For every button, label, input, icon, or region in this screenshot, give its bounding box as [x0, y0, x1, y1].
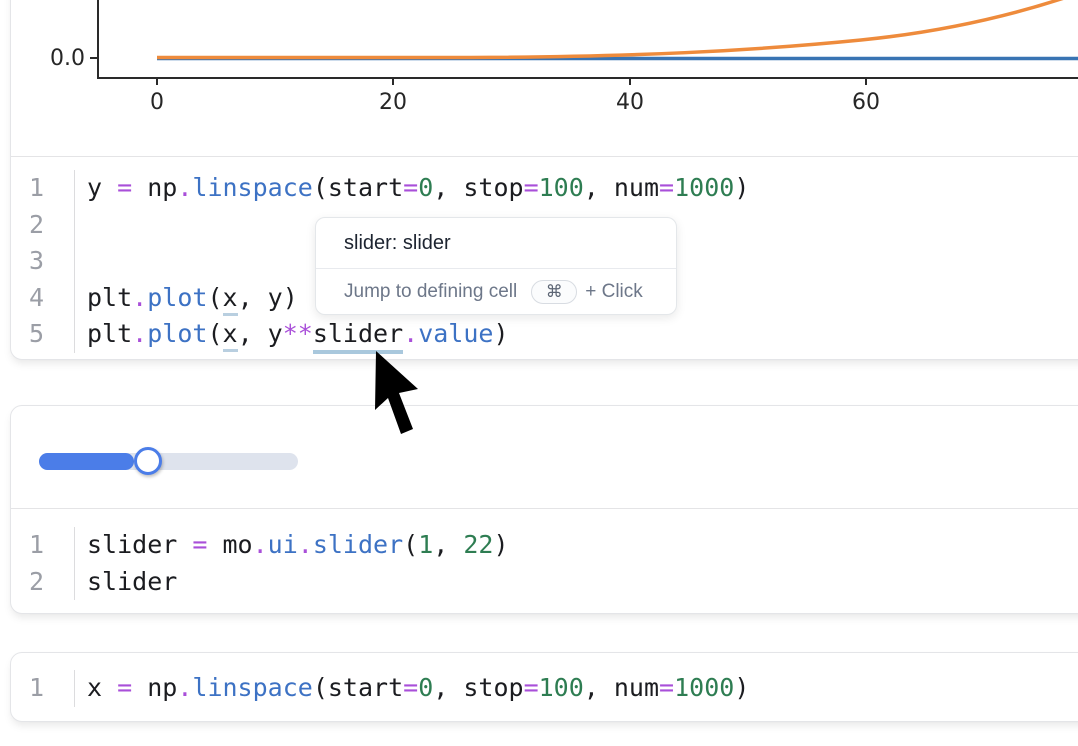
matplotlib-figure: 0.0 0 20 40 60 — [11, 0, 1078, 156]
variable-tooltip: slider: slider Jump to defining cell ⌘ +… — [315, 217, 677, 315]
slider-fill — [39, 453, 134, 470]
mouse-cursor-icon — [368, 348, 428, 448]
x-ticks — [157, 78, 866, 85]
click-suffix-label: + Click — [585, 281, 643, 303]
command-key-badge: ⌘ — [531, 280, 577, 304]
x-tick-label-0: 0 — [150, 90, 164, 115]
line-number-gutter: 12 — [11, 527, 75, 600]
line-number-gutter: 1 — [11, 670, 75, 707]
command-key-icon: ⌘ — [546, 282, 563, 302]
slider-track[interactable] — [39, 453, 298, 470]
tooltip-title: slider: slider — [316, 218, 676, 268]
code-line[interactable]: slider — [87, 564, 1078, 601]
code-line[interactable]: y = np.linspace(start=0, stop=100, num=1… — [87, 170, 1078, 207]
notebook-cell-x: 1 x = np.linspace(start=0, stop=100, num… — [10, 652, 1078, 722]
y-tick-label: 0.0 — [50, 46, 85, 71]
notebook-cell-slider: 12 slider = mo.ui.slider(1, 22) slider — [10, 405, 1078, 614]
slider-thumb[interactable] — [134, 447, 162, 475]
code-line[interactable]: slider = mo.ui.slider(1, 22) — [87, 527, 1078, 564]
slider-widget-output — [11, 406, 1078, 508]
code-editor-x[interactable]: 1 x = np.linspace(start=0, stop=100, num… — [11, 653, 1078, 721]
code-editor-slider[interactable]: 12 slider = mo.ui.slider(1, 22) slider — [11, 509, 1078, 613]
x-tick-label-60: 60 — [852, 90, 880, 115]
x-tick-label-40: 40 — [616, 90, 644, 115]
plot-canvas: 0.0 0 20 40 60 — [11, 0, 1078, 156]
x-tick-label-20: 20 — [379, 90, 407, 115]
line-number-gutter: 12345 — [11, 170, 75, 353]
code-line[interactable]: plt.plot(x, y**slider.value) — [87, 316, 1078, 353]
code-line[interactable]: x = np.linspace(start=0, stop=100, num=1… — [87, 670, 1078, 707]
line-series-orange — [157, 0, 1078, 58]
jump-to-cell-label[interactable]: Jump to defining cell — [344, 281, 517, 303]
code-lines[interactable]: slider = mo.ui.slider(1, 22) slider — [75, 527, 1078, 600]
tooltip-action-row[interactable]: Jump to defining cell ⌘ + Click — [316, 269, 676, 314]
code-lines[interactable]: x = np.linspace(start=0, stop=100, num=1… — [75, 670, 1078, 707]
